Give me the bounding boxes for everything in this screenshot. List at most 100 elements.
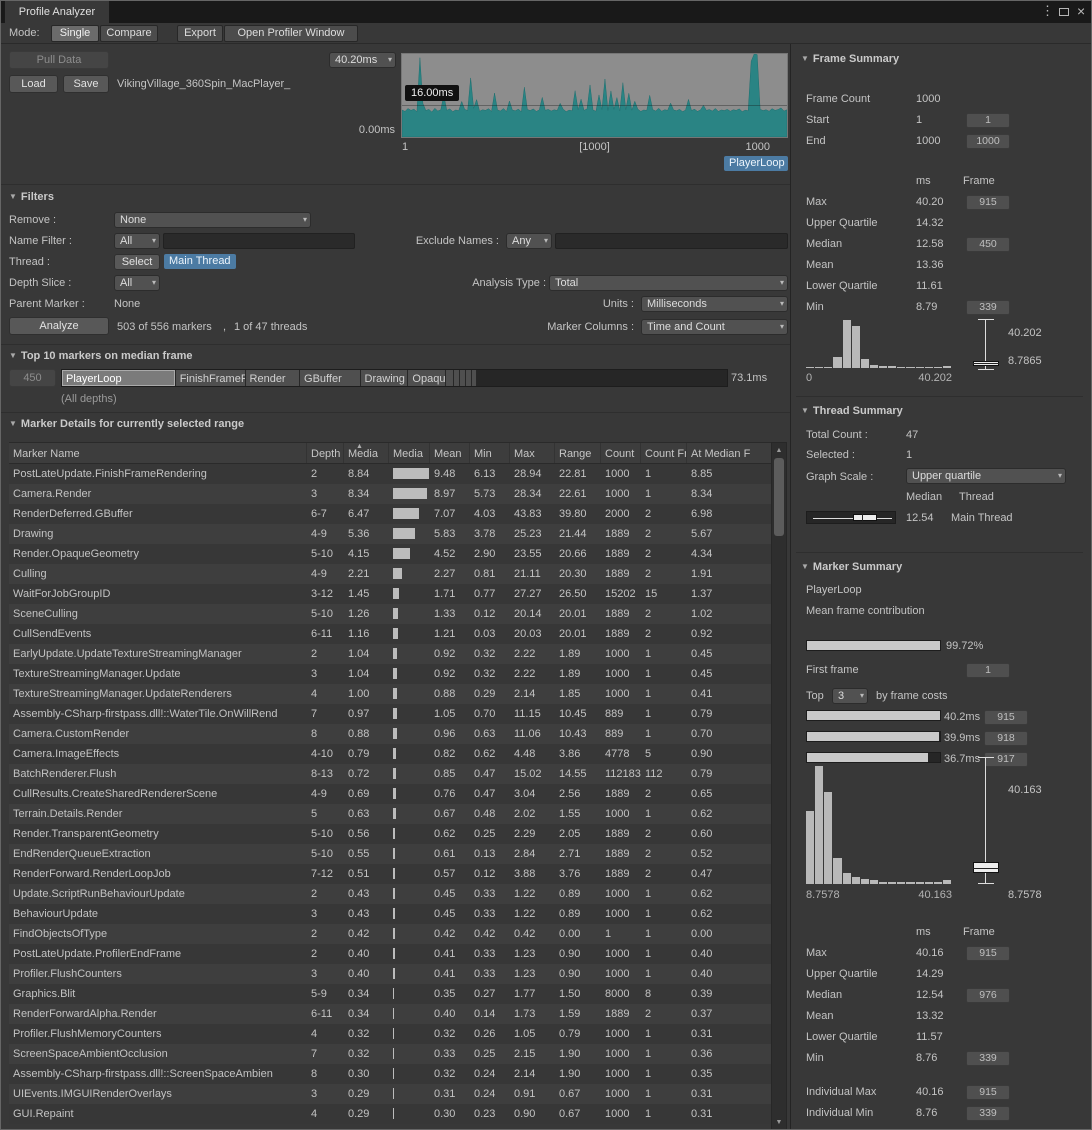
exclude-names-input[interactable] — [555, 233, 788, 249]
table-row[interactable]: BehaviourUpdate30.430.450.331.220.891000… — [9, 904, 771, 924]
kebab-menu-icon[interactable]: ⋮ — [1041, 3, 1054, 19]
first-frame-button[interactable]: 1 — [966, 663, 1010, 678]
scrollbar-thumb[interactable] — [774, 458, 784, 536]
thread-graph-scale-dropdown[interactable]: Upper quartile ▾ — [906, 468, 1066, 484]
column-header[interactable]: At Median F — [687, 443, 771, 463]
column-header[interactable]: Depth — [307, 443, 344, 463]
top10-segment[interactable]: Render — [246, 370, 301, 386]
table-row[interactable]: Render.TransparentGeometry5-100.560.620.… — [9, 824, 771, 844]
open-profiler-window-button[interactable]: Open Profiler Window — [224, 25, 358, 42]
selected-marker-chip[interactable]: PlayerLoop — [724, 156, 788, 171]
close-icon[interactable]: × — [1077, 3, 1085, 19]
table-row[interactable]: CullResults.CreateSharedRendererScene4-9… — [9, 784, 771, 804]
frame-histogram[interactable] — [806, 320, 952, 368]
table-row[interactable]: Terrain.Details.Render50.630.670.482.021… — [9, 804, 771, 824]
table-row[interactable]: FindObjectsOfType20.420.420.420.420.0011… — [9, 924, 771, 944]
export-button[interactable]: Export — [177, 25, 223, 42]
table-row[interactable]: Graphics.Blit5-90.340.350.271.771.508000… — [9, 984, 771, 1004]
frame-summary-title[interactable]: ▼Frame Summary — [801, 53, 899, 65]
top-frame-button[interactable]: 918 — [984, 731, 1028, 746]
top10-segment[interactable] — [446, 370, 453, 386]
top10-segment[interactable]: GBuffer — [300, 370, 361, 386]
top10-segment[interactable] — [454, 370, 461, 386]
median-frame-button[interactable]: 450 — [9, 369, 56, 387]
table-row[interactable]: CullSendEvents6-111.161.210.0320.0320.01… — [9, 624, 771, 644]
marker-columns-dropdown[interactable]: Time and Count ▾ — [641, 319, 788, 335]
stat-frame-button[interactable]: 450 — [966, 237, 1010, 252]
table-row[interactable]: BatchRenderer.Flush8-130.720.850.4715.02… — [9, 764, 771, 784]
column-header[interactable]: Min — [470, 443, 510, 463]
column-header-sorted[interactable]: ▲Media — [344, 443, 389, 463]
table-row[interactable]: UIEvents.IMGUIRenderOverlays30.290.310.2… — [9, 1084, 771, 1104]
top-n-dropdown[interactable]: 3 ▾ — [832, 688, 868, 704]
pull-data-button[interactable]: Pull Data — [9, 51, 109, 69]
table-row[interactable]: ScreenSpaceAmbientOcclusion70.320.330.25… — [9, 1044, 771, 1064]
scroll-up-icon[interactable]: ▲ — [772, 444, 786, 457]
table-row[interactable]: GUI.Repaint40.290.300.230.900.67100010.3… — [9, 1104, 771, 1124]
name-filter-input[interactable] — [163, 233, 355, 249]
filters-section-title[interactable]: ▼Filters — [9, 191, 54, 203]
table-row[interactable]: Assembly-CSharp-firstpass.dll!::WaterTil… — [9, 704, 771, 724]
mode-compare-button[interactable]: Compare — [100, 25, 158, 42]
thread-chip[interactable]: Main Thread — [164, 254, 236, 269]
column-header[interactable]: Max — [510, 443, 555, 463]
units-dropdown[interactable]: Milliseconds ▾ — [641, 296, 788, 312]
save-button[interactable]: Save — [63, 75, 109, 93]
top10-segment[interactable]: Drawing — [361, 370, 409, 386]
table-scrollbar[interactable]: ▲ ▼ — [771, 442, 787, 1130]
top10-section-title[interactable]: ▼Top 10 markers on median frame — [9, 350, 193, 362]
frame-time-graph[interactable] — [401, 53, 788, 138]
stat-frame-button[interactable]: 915 — [966, 195, 1010, 210]
stat-frame-button[interactable]: 915 — [966, 946, 1010, 961]
maximize-icon[interactable] — [1059, 8, 1069, 16]
thread-whisker-plot[interactable] — [806, 511, 896, 524]
marker-summary-title[interactable]: ▼Marker Summary — [801, 561, 902, 573]
thread-name[interactable]: Main Thread — [951, 512, 1013, 524]
load-button[interactable]: Load — [9, 75, 58, 93]
name-filter-mode-dropdown[interactable]: All ▾ — [114, 233, 160, 249]
table-row[interactable]: Render.OpaqueGeometry5-104.154.522.9023.… — [9, 544, 771, 564]
stat-frame-button[interactable]: 976 — [966, 988, 1010, 1003]
top10-segment[interactable] — [472, 370, 477, 386]
stat-frame-button[interactable]: 339 — [966, 1051, 1010, 1066]
depth-slice-dropdown[interactable]: All ▾ — [114, 275, 160, 291]
window-tab[interactable]: Profile Analyzer — [4, 1, 110, 23]
table-row[interactable]: Drawing4-95.365.833.7825.2321.44188925.6… — [9, 524, 771, 544]
table-row[interactable]: Camera.Render38.348.975.7328.3422.611000… — [9, 484, 771, 504]
start-frame-button[interactable]: 1 — [966, 113, 1010, 128]
thread-summary-title[interactable]: ▼Thread Summary — [801, 405, 903, 417]
marker-details-section-title[interactable]: ▼Marker Details for currently selected r… — [9, 418, 244, 430]
individual-min-frame-button[interactable]: 339 — [966, 1106, 1010, 1121]
marker-histogram[interactable] — [806, 766, 952, 884]
table-row[interactable]: Camera.CustomRender80.880.960.6311.0610.… — [9, 724, 771, 744]
remove-dropdown[interactable]: None ▾ — [114, 212, 311, 228]
top10-segment[interactable]: PlayerLoop — [62, 370, 176, 386]
stat-frame-button[interactable]: 339 — [966, 300, 1010, 315]
thread-select-button[interactable]: Select — [114, 254, 160, 270]
column-header[interactable]: Marker Name — [9, 443, 307, 463]
table-row[interactable]: PostLateUpdate.FinishFrameRendering28.84… — [9, 464, 771, 484]
table-row[interactable]: EndRenderQueueExtraction5-100.550.610.13… — [9, 844, 771, 864]
table-row[interactable]: SceneCulling5-101.261.330.1220.1420.0118… — [9, 604, 771, 624]
table-row[interactable]: EarlyUpdate.UpdateTextureStreamingManage… — [9, 644, 771, 664]
table-row[interactable]: TextureStreamingManager.Update31.040.920… — [9, 664, 771, 684]
table-row[interactable]: Update.ScriptRunBehaviourUpdate20.430.45… — [9, 884, 771, 904]
table-row[interactable]: Profiler.FlushCounters30.400.410.331.230… — [9, 964, 771, 984]
top10-segment[interactable]: FinishFrameR — [176, 370, 246, 386]
table-row[interactable]: TextureStreamingManager.UpdateRenderers4… — [9, 684, 771, 704]
top-frame-button[interactable]: 915 — [984, 710, 1028, 725]
exclude-mode-dropdown[interactable]: Any ▾ — [506, 233, 552, 249]
table-row[interactable]: Assembly-CSharp-firstpass.dll!::ScreenSp… — [9, 1064, 771, 1084]
top10-segment[interactable]: Opaqu — [408, 370, 446, 386]
graph-scale-dropdown[interactable]: 40.20ms ▾ — [329, 52, 396, 68]
table-row[interactable]: RenderForwardAlpha.Render6-110.340.400.1… — [9, 1004, 771, 1024]
end-frame-button[interactable]: 1000 — [966, 134, 1010, 149]
table-row[interactable]: PostLateUpdate.ProfilerEndFrame20.400.41… — [9, 944, 771, 964]
column-header[interactable]: Count Fra — [641, 443, 687, 463]
scroll-down-icon[interactable]: ▼ — [772, 1116, 786, 1129]
table-row[interactable]: Profiler.FlushMemoryCounters40.320.320.2… — [9, 1024, 771, 1044]
table-row[interactable]: Culling4-92.212.270.8121.1120.30188921.9… — [9, 564, 771, 584]
table-row[interactable]: Camera.ImageEffects4-100.790.820.624.483… — [9, 744, 771, 764]
table-row[interactable]: WaitForJobGroupID3-121.451.710.7727.2726… — [9, 584, 771, 604]
analysis-type-dropdown[interactable]: Total ▾ — [549, 275, 788, 291]
